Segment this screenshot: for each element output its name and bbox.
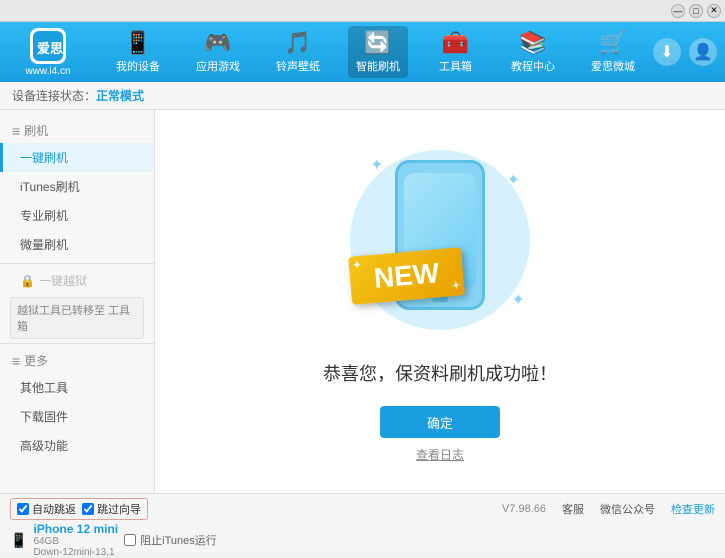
jailbreak-info-box: 越狱工具已转移至 工具箱	[10, 297, 144, 339]
download-button[interactable]: ⬇	[653, 38, 681, 66]
toolbox-icon: 🧰	[442, 30, 469, 56]
maximize-button[interactable]: □	[689, 4, 703, 18]
nav-apps-games[interactable]: 🎮 应用游戏	[188, 26, 248, 78]
main-content: ✦ ✦ ✦ ✦ NEW ✦ 恭喜您，保资料刷机成功啦！	[155, 110, 725, 493]
check-update-button[interactable]: 检查更新	[671, 501, 715, 517]
sidebar-item-download-firmware[interactable]: 下载固件	[0, 402, 154, 431]
jailbreak-info-text: 越狱工具已转移至 工具箱	[17, 305, 130, 333]
smart-flash-label: 智能刷机	[356, 58, 400, 74]
sidebar-item-other-tools[interactable]: 其他工具	[0, 373, 154, 402]
nav-weidian[interactable]: 🛒 爱思微城	[583, 26, 643, 78]
my-device-icon: 📱	[124, 30, 151, 56]
minimize-button[interactable]: —	[671, 4, 685, 18]
nav-toolbox[interactable]: 🧰 工具箱	[428, 26, 483, 78]
new-badge: ✦ NEW ✦	[350, 252, 463, 300]
weidian-icon: 🛒	[599, 30, 626, 56]
service-link[interactable]: 客服	[562, 501, 584, 517]
ringtone-icon: 🎵	[284, 30, 311, 56]
logo-icon: 爱思	[30, 28, 66, 64]
skip-wizard-checkbox-label[interactable]: 跳过向导	[82, 501, 141, 517]
one-click-flash-label: 一键刷机	[20, 151, 68, 165]
auto-follow-label: 自动跳返	[32, 501, 76, 517]
bottom-bar: 自动跳返 跳过向导 V7.98.66 客服 微信公众号 检查更新 📱 iPhon…	[0, 493, 725, 553]
sparkle-1-icon: ✦	[370, 155, 383, 175]
wechat-link[interactable]: 微信公众号	[600, 501, 655, 517]
sidebar-flash-header: ≡ 刷机	[0, 118, 154, 143]
user-button[interactable]: 👤	[689, 38, 717, 66]
weidian-label: 爱思微城	[591, 58, 635, 74]
device-name: iPhone 12 mini	[33, 522, 118, 536]
sidebar-item-advanced[interactable]: 高级功能	[0, 431, 154, 460]
device-info: iPhone 12 mini 64GB Down-12mini-13,1	[33, 522, 118, 558]
more-section-label: 更多	[24, 352, 48, 369]
device-storage: 64GB	[33, 536, 118, 547]
nav-ringtone[interactable]: 🎵 铃声壁纸	[268, 26, 328, 78]
itunes-label: 阻止iTunes运行	[140, 532, 217, 548]
auto-follow-checkbox[interactable]	[17, 503, 29, 515]
toolbox-label: 工具箱	[439, 58, 472, 74]
sparkle-3-icon: ✦	[512, 290, 525, 310]
nav-right-buttons: ⬇ 👤	[653, 38, 717, 66]
sidebar-divider-2	[0, 343, 154, 344]
version-text: V7.98.66	[502, 503, 546, 515]
smart-flash-icon: 🔄	[364, 30, 391, 56]
skip-wizard-label: 跳过向导	[97, 501, 141, 517]
confirm-button[interactable]: 确定	[380, 406, 500, 438]
my-device-label: 我的设备	[116, 58, 160, 74]
ringtone-label: 铃声壁纸	[276, 58, 320, 74]
sidebar-item-save-flash[interactable]: 微量刷机	[0, 230, 154, 259]
other-tools-label: 其他工具	[20, 381, 68, 395]
more-section-icon: ≡	[12, 353, 20, 369]
sparkle-right: ✦	[452, 280, 461, 292]
status-value: 正常模式	[96, 87, 144, 104]
save-flash-label: 微量刷机	[20, 238, 68, 252]
main-layout: ≡ 刷机 一键刷机 iTunes刷机 专业刷机 微量刷机 🔒 一键越狱 越狱工具…	[0, 110, 725, 493]
download-firmware-label: 下载固件	[20, 410, 68, 424]
sparkle-2-icon: ✦	[507, 170, 520, 190]
sidebar-item-itunes-flash[interactable]: iTunes刷机	[0, 172, 154, 201]
device-icon: 📱	[10, 532, 27, 549]
bottom-right-section: V7.98.66 客服 微信公众号 检查更新	[502, 501, 715, 517]
close-button[interactable]: ✕	[707, 4, 721, 18]
jailbreak-label: 一键越狱	[39, 272, 87, 289]
svg-text:爱思: 爱思	[37, 41, 63, 56]
status-prefix: 设备连接状态：	[12, 87, 96, 104]
sidebar-item-pro-flash[interactable]: 专业刷机	[0, 201, 154, 230]
skip-wizard-checkbox[interactable]	[82, 503, 94, 515]
navbar: 爱思 www.i4.cn 📱 我的设备 🎮 应用游戏 🎵 铃声壁纸 🔄 智能刷机…	[0, 22, 725, 82]
tutorial-icon: 📚	[519, 30, 546, 56]
nav-my-device[interactable]: 📱 我的设备	[108, 26, 168, 78]
apps-games-icon: 🎮	[204, 30, 231, 56]
phone-illustration: ✦ ✦ ✦ ✦ NEW ✦	[340, 140, 540, 340]
auto-follow-checkbox-label[interactable]: 自动跳返	[17, 501, 76, 517]
diary-link[interactable]: 查看日志	[416, 446, 464, 463]
sidebar-jailbreak-section: 🔒 一键越狱	[0, 268, 154, 293]
nav-items: 📱 我的设备 🎮 应用游戏 🎵 铃声壁纸 🔄 智能刷机 🧰 工具箱 📚 教程中心…	[98, 26, 653, 78]
apps-games-label: 应用游戏	[196, 58, 240, 74]
tutorial-label: 教程中心	[511, 58, 555, 74]
sidebar: ≡ 刷机 一键刷机 iTunes刷机 专业刷机 微量刷机 🔒 一键越狱 越狱工具…	[0, 110, 155, 493]
logo-url: www.i4.cn	[25, 66, 70, 77]
itunes-flash-label: iTunes刷机	[20, 180, 80, 194]
status-bar: 设备连接状态： 正常模式	[0, 82, 725, 110]
nav-tutorial[interactable]: 📚 教程中心	[503, 26, 563, 78]
sidebar-more-header: ≡ 更多	[0, 348, 154, 373]
pro-flash-label: 专业刷机	[20, 209, 68, 223]
flash-section-icon: ≡	[12, 123, 20, 139]
success-message: 恭喜您，保资料刷机成功啦！	[323, 360, 557, 386]
app-logo[interactable]: 爱思 www.i4.cn	[8, 28, 88, 77]
lock-icon: 🔒	[20, 274, 35, 288]
nav-smart-flash[interactable]: 🔄 智能刷机	[348, 26, 408, 78]
itunes-checkbox[interactable]	[124, 534, 136, 546]
advanced-label: 高级功能	[20, 439, 68, 453]
new-badge-text: NEW	[373, 257, 441, 294]
itunes-section: 阻止iTunes运行	[124, 532, 217, 548]
sidebar-divider-1	[0, 263, 154, 264]
flash-section-label: 刷机	[24, 122, 48, 139]
sidebar-item-one-click-flash[interactable]: 一键刷机	[0, 143, 154, 172]
sparkle-left: ✦	[352, 260, 361, 272]
title-bar: — □ ✕	[0, 0, 725, 22]
device-model: Down-12mini-13,1	[33, 547, 118, 558]
